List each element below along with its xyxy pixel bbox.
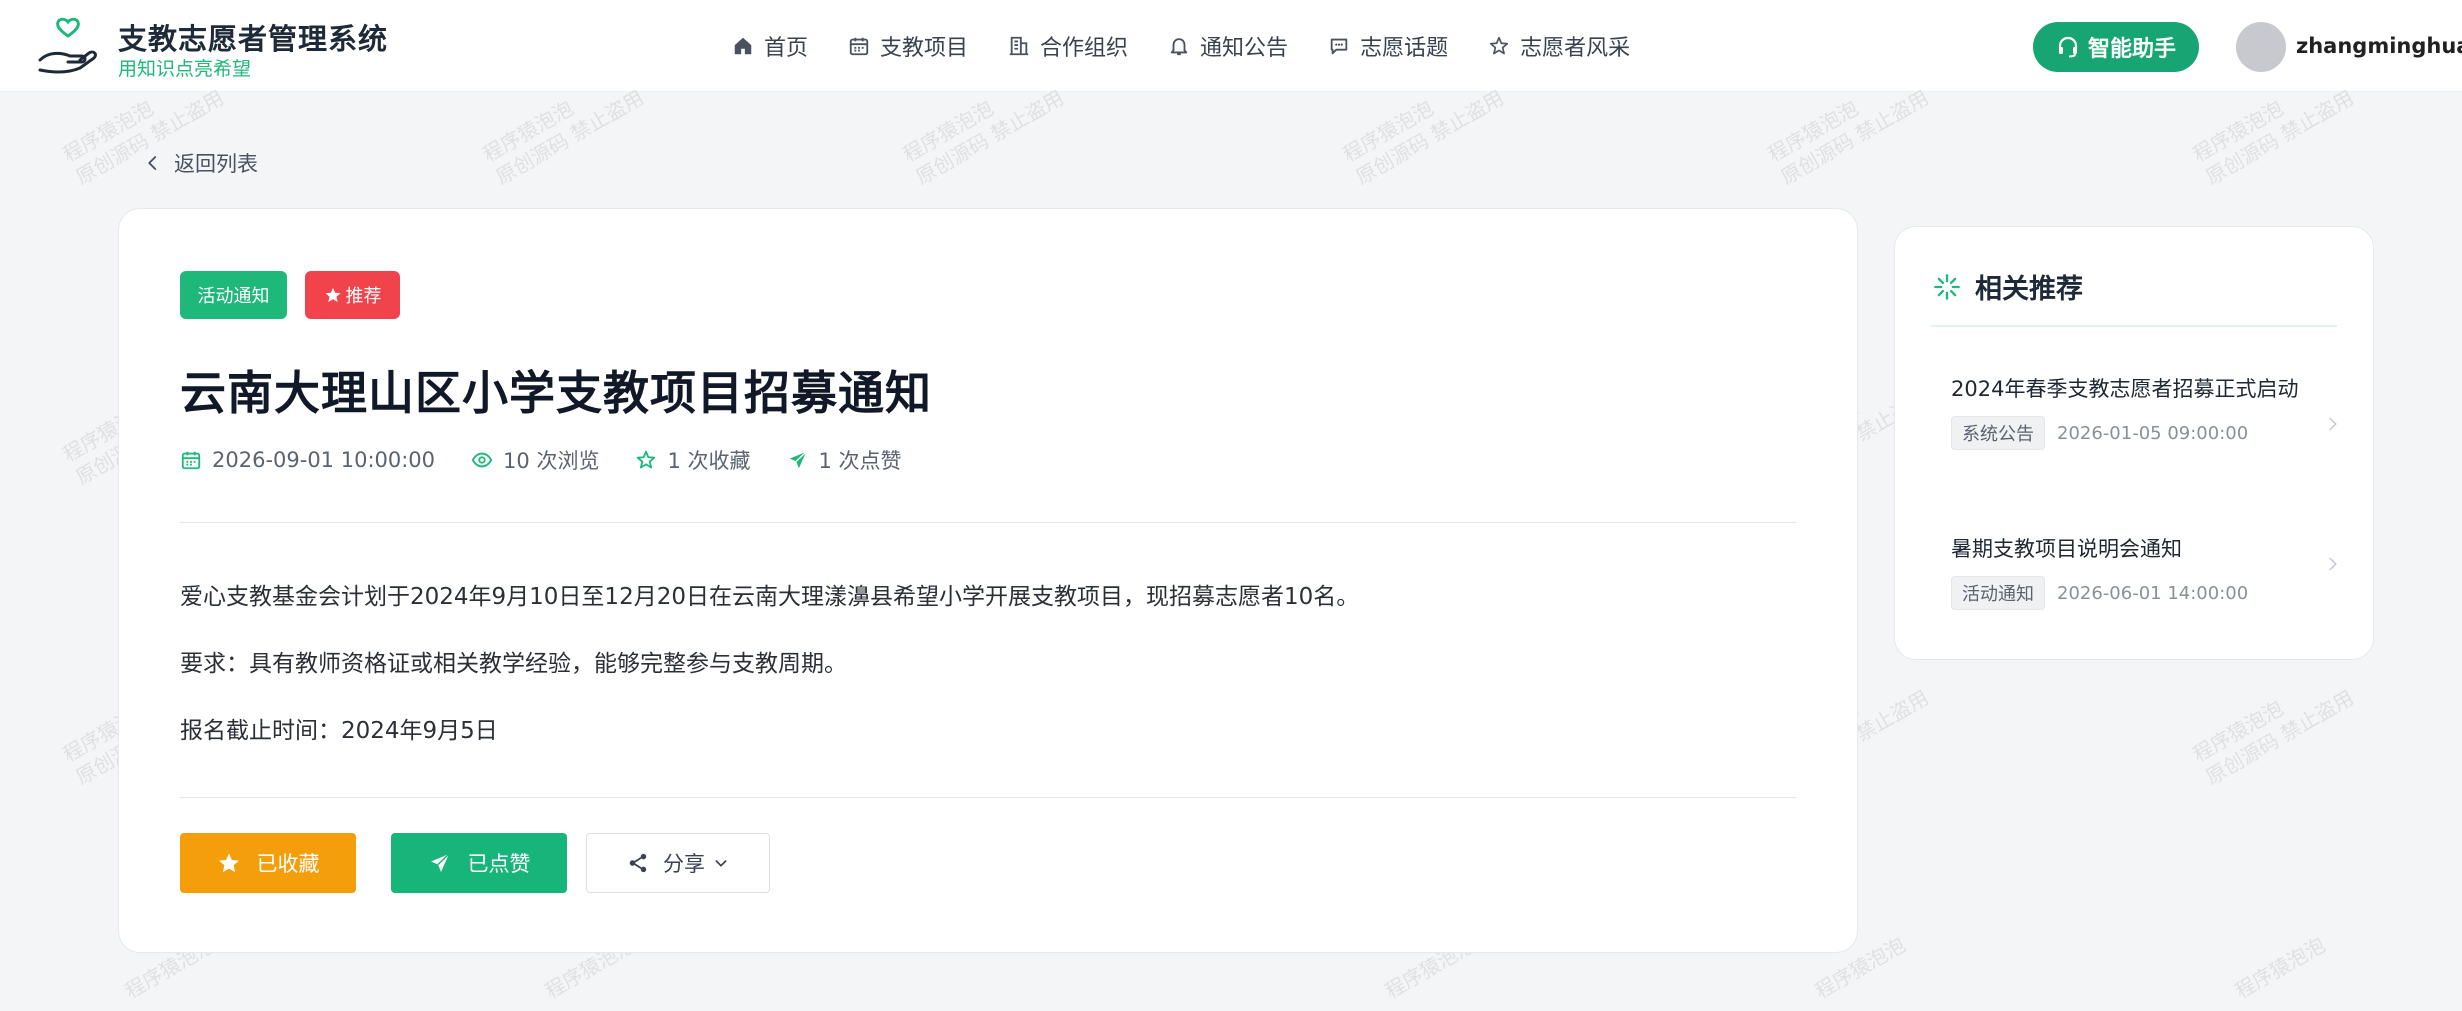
username[interactable]: zhangminghua: [2296, 34, 2462, 58]
recommend-tag: 推荐: [305, 271, 400, 319]
top-header: 支教志愿者管理系统 用知识点亮希望 首页 支教项目 合作组织 通知公告 志愿话题…: [0, 0, 2462, 92]
watermark-line: 原创源码 禁止盗用: [491, 85, 648, 190]
headset-icon: [2058, 36, 2078, 58]
nav-home-label: 首页: [764, 36, 809, 61]
related-item-title: 2024年春季支教志愿者招募正式启动: [1951, 377, 2299, 401]
nav-showcase-label: 志愿者风采: [1520, 36, 1631, 61]
nav-partners[interactable]: 合作组织: [1008, 30, 1128, 62]
meta-views: 10 次浏览: [471, 445, 599, 475]
smart-assistant-button[interactable]: 智能助手: [2033, 22, 2199, 72]
chevron-down-icon: [715, 860, 727, 867]
related-title: 相关推荐: [1933, 267, 2083, 306]
watermark-line: 程序猿泡泡: [2188, 695, 2288, 767]
calendar-icon: [181, 451, 201, 470]
divider: [180, 797, 1796, 798]
smart-assistant-label: 智能助手: [2087, 37, 2176, 62]
heart-hand-logo-icon[interactable]: [36, 16, 100, 80]
paper-plane-icon: [430, 853, 450, 872]
related-item-meta: 活动通知 2026-06-01 14:00:00: [1951, 576, 2351, 610]
nav-topics[interactable]: 志愿话题: [1328, 30, 1448, 62]
meta-views-text: 10 次浏览: [503, 449, 600, 473]
related-item[interactable]: 2024年春季支教志愿者招募正式启动 系统公告 2026-01-05 09:00…: [1951, 375, 2351, 450]
share-button[interactable]: 分享: [586, 833, 770, 893]
share-button-label: 分享: [663, 852, 705, 876]
eye-icon: [471, 452, 493, 468]
related-item-title: 暑期支教项目说明会通知: [1951, 537, 2182, 561]
related-item-tag: 系统公告: [1951, 416, 2045, 450]
meta-date-text: 2026-09-01 10:00:00: [212, 448, 436, 472]
favorite-button[interactable]: 已收藏: [180, 833, 356, 893]
related-item-date: 2026-06-01 14:00:00: [2057, 582, 2249, 604]
divider: [1931, 325, 2337, 327]
article-card: 活动通知 推荐 云南大理山区小学支教项目招募通知 2026-09-01 10:0…: [118, 208, 1858, 953]
share-icon: [629, 853, 647, 873]
nav-home[interactable]: 首页: [732, 30, 808, 62]
watermark-line: 原创源码 禁止盗用: [2201, 685, 2358, 790]
related-item[interactable]: 暑期支教项目说明会通知 活动通知 2026-06-01 14:00:00: [1951, 535, 2351, 610]
building-icon: [1009, 36, 1029, 56]
nav-showcase[interactable]: 志愿者风采: [1488, 30, 1630, 62]
nav-projects-label: 支教项目: [880, 36, 969, 61]
watermark: 程序猿泡泡: [2230, 932, 2330, 1005]
article-title: 云南大理山区小学支教项目招募通知: [180, 366, 932, 420]
nav-projects[interactable]: 支教项目: [848, 30, 968, 62]
watermark-line: 原创源码 禁止盗用: [911, 85, 1068, 190]
paper-plane-icon: [789, 451, 807, 469]
recommend-label: 推荐: [345, 286, 382, 307]
nav-notices[interactable]: 通知公告: [1168, 30, 1288, 62]
nav-notices-label: 通知公告: [1200, 36, 1289, 61]
related-item-date: 2026-01-05 09:00:00: [2057, 422, 2249, 444]
watermark-line: 原创源码 禁止盗用: [1351, 85, 1508, 190]
meta-likes: 1 次点赞: [787, 445, 902, 475]
related-item-tag: 活动通知: [1951, 576, 2045, 610]
star-filled-icon: [218, 853, 239, 873]
nav-partners-label: 合作组织: [1040, 36, 1129, 61]
divider: [180, 522, 1796, 523]
related-panel: 相关推荐 2024年春季支教志愿者招募正式启动 系统公告 2026-01-05 …: [1894, 226, 2374, 660]
home-icon: [734, 37, 752, 55]
chevron-right-icon: [2329, 557, 2337, 571]
star-filled-icon: [325, 287, 340, 302]
brand-title: 支教志愿者管理系统: [118, 22, 389, 56]
article-meta: 2026-09-01 10:00:00 10 次浏览 1 次收藏 1 次点赞: [180, 445, 938, 475]
chevron-left-icon: [148, 156, 157, 170]
calendar-icon: [849, 37, 869, 56]
meta-date: 2026-09-01 10:00:00: [180, 448, 435, 472]
back-label: 返回列表: [174, 152, 258, 176]
related-item-meta: 系统公告 2026-01-05 09:00:00: [1951, 416, 2351, 450]
article-paragraph: 爱心支教基金会计划于2024年9月10日至12月20日在云南大理漾濞县希望小学开…: [180, 584, 1360, 610]
watermark: 程序猿泡泡原创源码 禁止盗用: [2188, 662, 2358, 790]
sparkle-icon: [1934, 273, 1960, 300]
watermark-line: 原创源码 禁止盗用: [1776, 85, 1933, 190]
bell-icon: [1170, 38, 1188, 56]
meta-favorites-text: 1 次收藏: [667, 449, 751, 473]
article-paragraph: 要求：具有教师资格证或相关教学经验，能够完整参与支教周期。: [180, 651, 847, 677]
watermark-line: 原创源码 禁止盗用: [2201, 85, 2358, 190]
like-button-label: 已点赞: [467, 852, 531, 876]
star-icon: [1490, 36, 1509, 55]
like-button[interactable]: 已点赞: [391, 833, 567, 893]
main-nav: 首页 支教项目 合作组织 通知公告 志愿话题 志愿者风采: [732, 0, 1670, 92]
back-to-list-link[interactable]: 返回列表: [144, 148, 258, 178]
watermark-line: 程序猿泡泡: [2230, 932, 2330, 1004]
nav-topics-label: 志愿话题: [1360, 36, 1449, 61]
chat-icon: [1330, 38, 1348, 55]
star-icon: [637, 450, 656, 469]
favorite-button-label: 已收藏: [256, 852, 320, 876]
meta-likes-text: 1 次点赞: [818, 449, 902, 473]
related-title-text: 相关推荐: [1975, 274, 2083, 305]
avatar[interactable]: [2236, 22, 2286, 72]
chevron-right-icon: [2329, 417, 2337, 431]
article-paragraph: 报名截止时间：2024年9月5日: [180, 718, 498, 744]
meta-favorites: 1 次收藏: [635, 445, 751, 475]
brand-subtitle: 用知识点亮希望: [118, 58, 252, 80]
category-tag: 活动通知: [180, 271, 287, 319]
